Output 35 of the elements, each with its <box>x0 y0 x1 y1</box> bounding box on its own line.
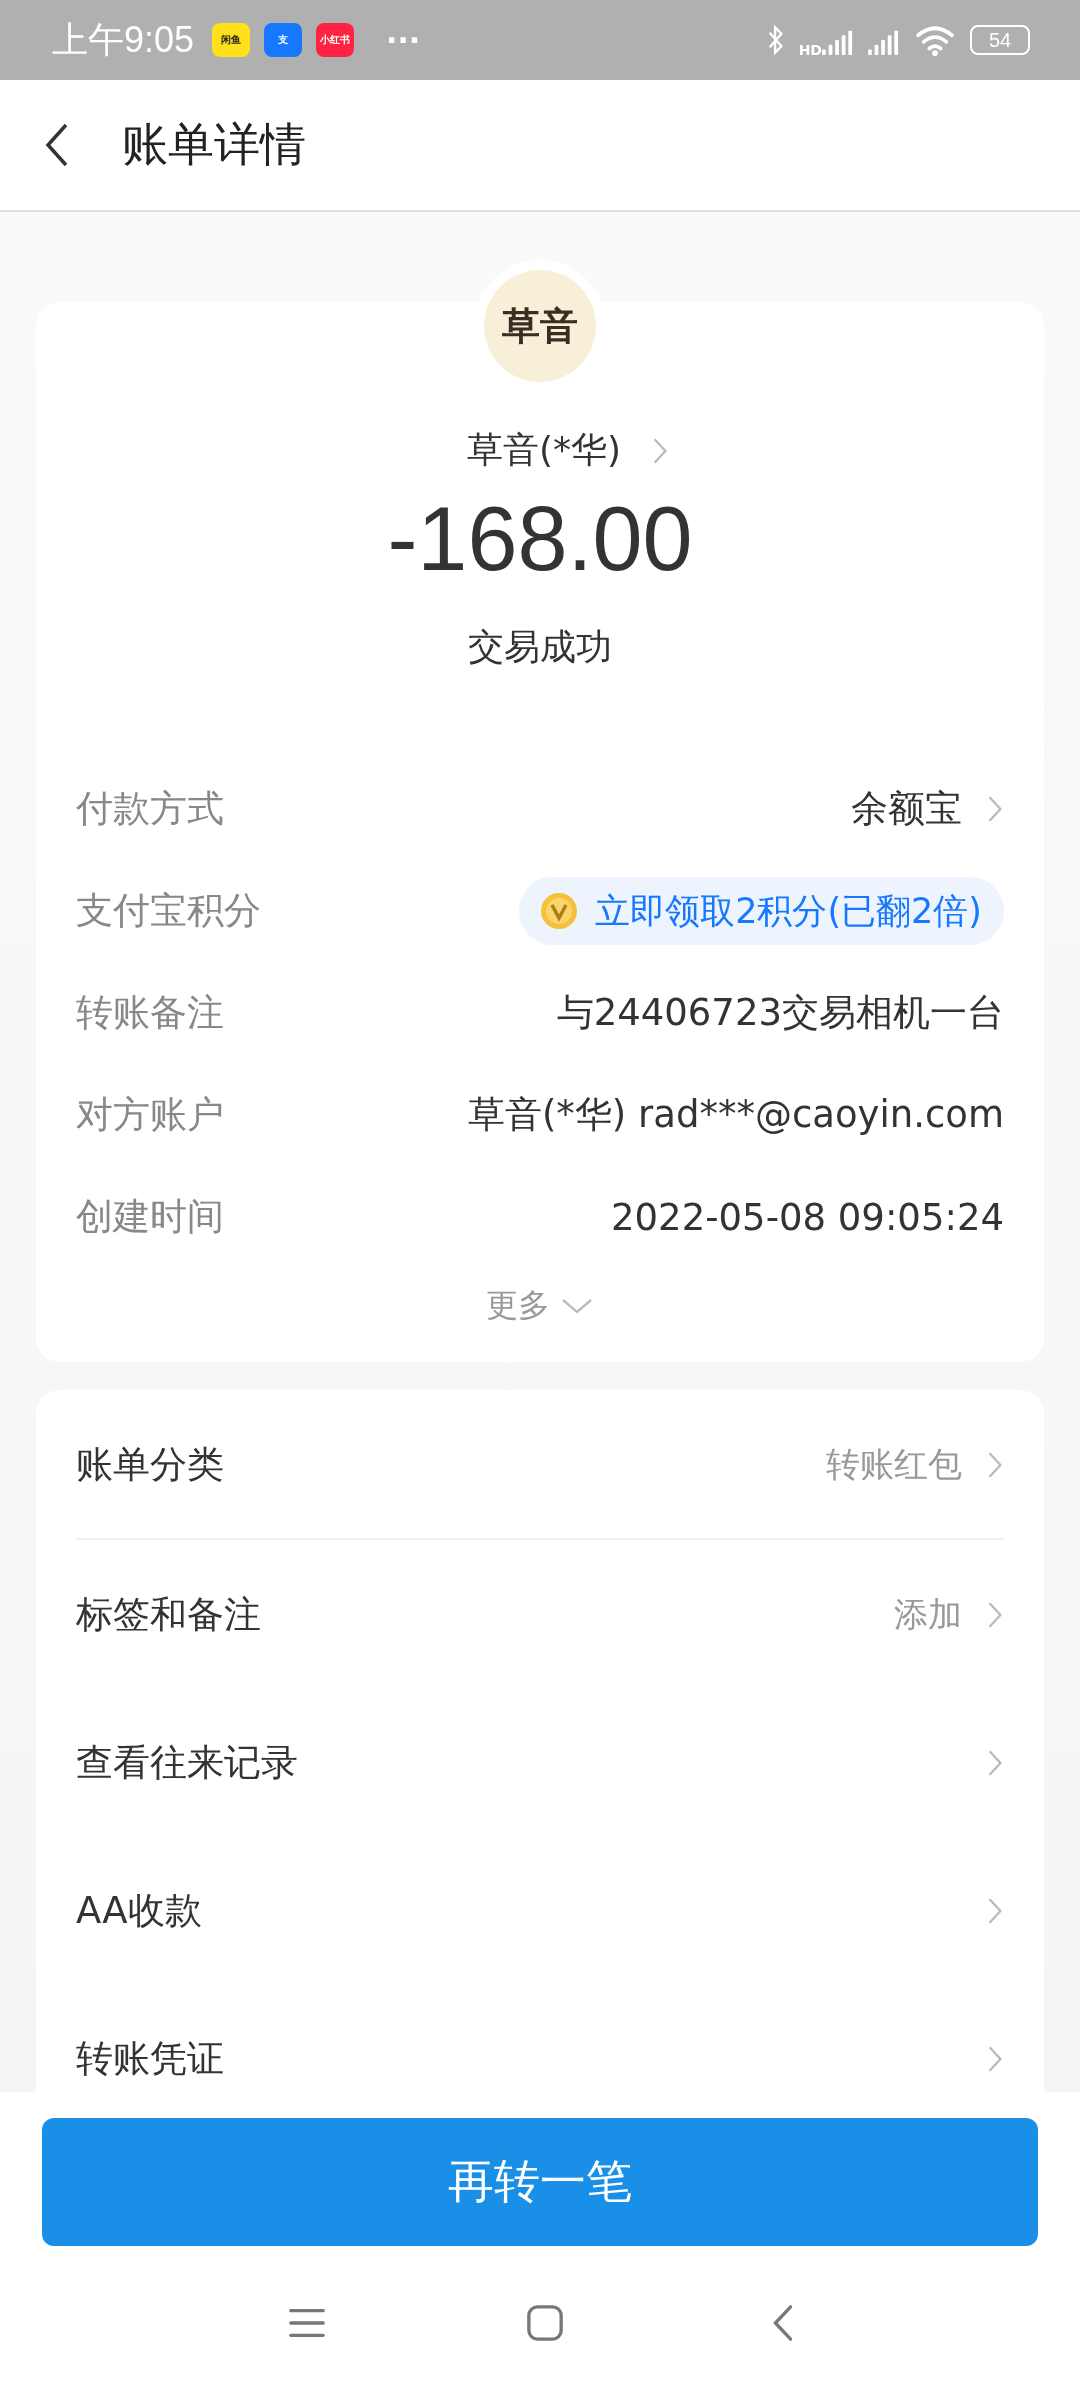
detail-value[interactable]: 余额宝 <box>851 784 962 834</box>
detail-label: 对方账户 <box>76 1092 224 1138</box>
detail-label: 转账备注 <box>76 990 224 1036</box>
detail-value: 草音(*华) rad***@caoyin.com <box>467 1092 1004 1138</box>
bluetooth-icon <box>766 24 785 56</box>
action-row[interactable]: 标签和备注 添加 <box>76 1540 1004 1688</box>
chevron-right-icon <box>986 1600 1004 1630</box>
detail-label: 支付宝积分 <box>76 888 261 934</box>
app-icon: 小红书 <box>316 23 355 57</box>
chevron-right-icon <box>986 1748 1004 1778</box>
app-icon: 支 <box>264 23 303 57</box>
points-claim-button[interactable]: 立即领取2积分(已翻2倍) <box>519 877 1004 945</box>
battery-level: 54 <box>988 28 1012 52</box>
action-row[interactable]: 查看往来记录 <box>76 1688 1004 1836</box>
chevron-right-icon <box>986 1896 1004 1926</box>
coin-icon <box>539 891 580 931</box>
chevron-right-icon <box>986 2044 1004 2074</box>
status-time: 上午9:05 <box>52 17 195 62</box>
page-title: 账单详情 <box>122 116 306 173</box>
transaction-status: 交易成功 <box>468 625 612 669</box>
action-row[interactable]: AA收款 <box>76 1836 1004 1984</box>
network-type: HD <box>798 42 822 58</box>
home-icon[interactable] <box>526 2304 564 2342</box>
action-row[interactable]: 转账凭证 <box>76 1984 1004 2092</box>
payee-name[interactable]: 草音(*华) <box>466 426 622 475</box>
chevron-right-icon <box>986 1450 1004 1480</box>
detail-label: 创建时间 <box>76 1194 224 1240</box>
wifi-icon <box>914 24 956 56</box>
amount: -168.00 <box>387 489 693 589</box>
more-notifications: ··· <box>386 22 421 58</box>
app-icon: 闲鱼 <box>212 23 251 57</box>
detail-label: 付款方式 <box>76 786 224 832</box>
detail-value: 2022-05-08 09:05:24 <box>611 1195 1004 1239</box>
chevron-down-icon <box>560 1296 594 1316</box>
detail-value: 与24406723交易相机一台 <box>556 990 1004 1036</box>
